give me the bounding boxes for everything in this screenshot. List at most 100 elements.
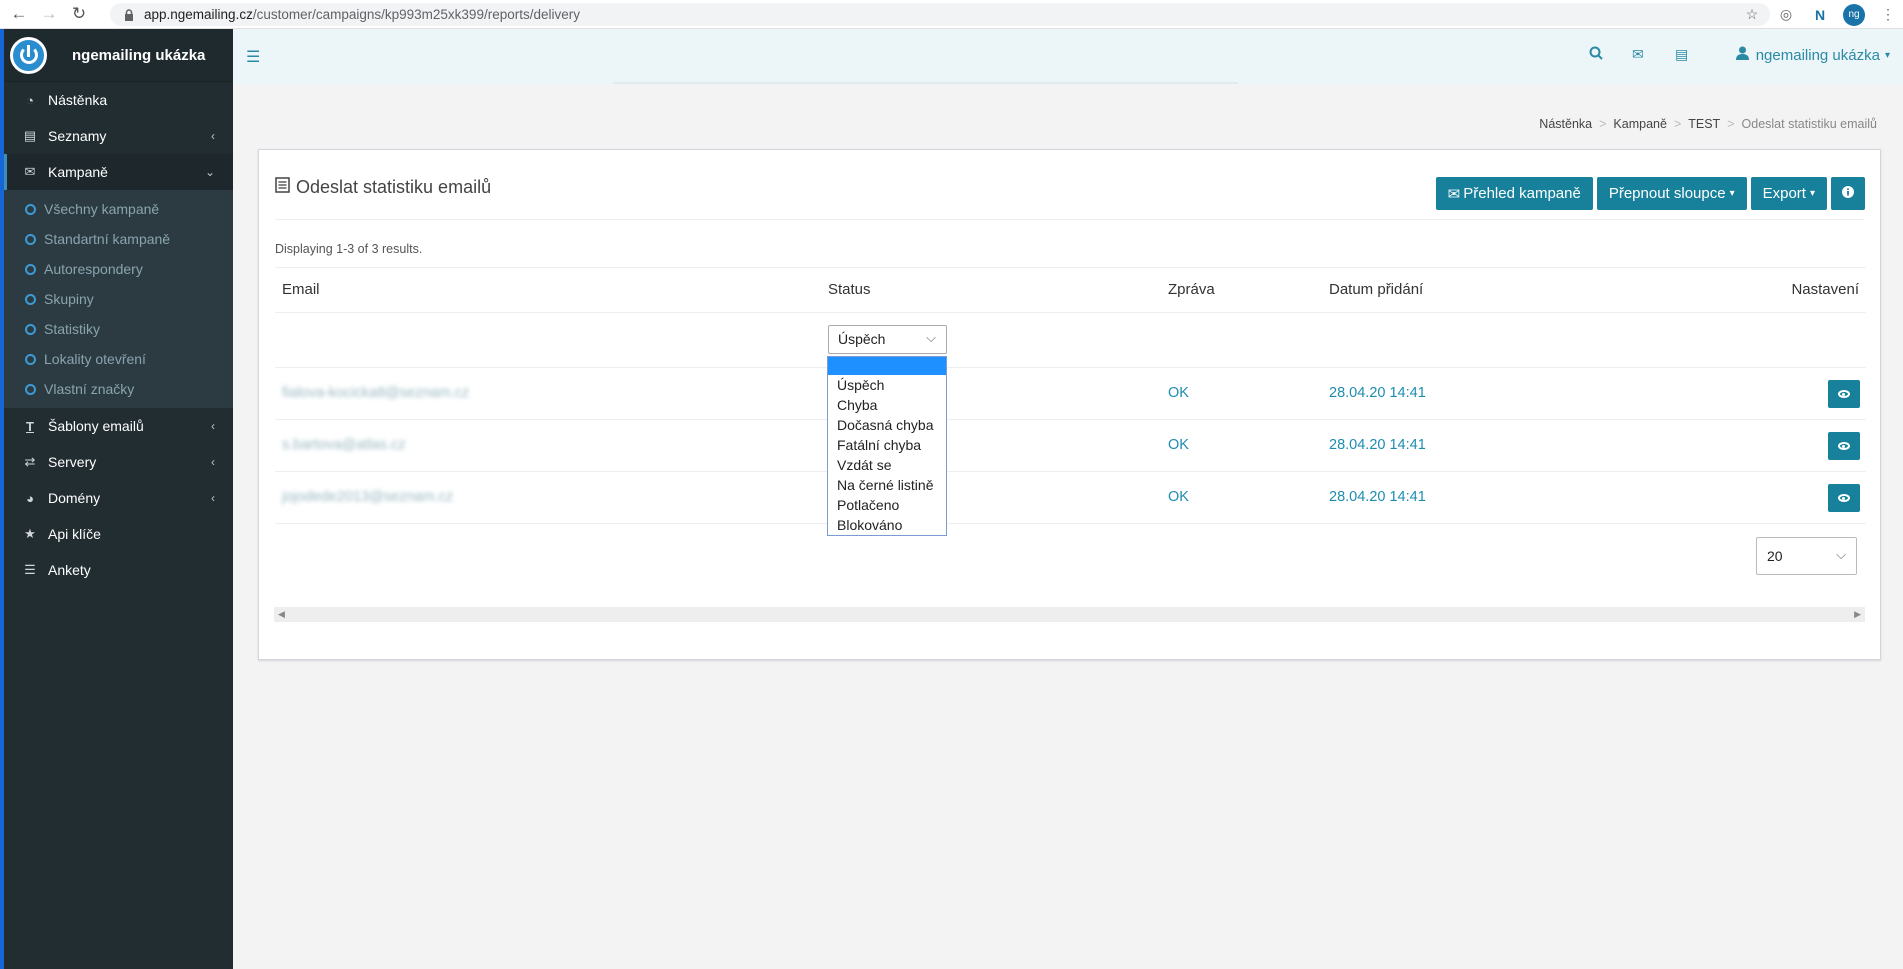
column-header-date[interactable]: Datum přidání	[1329, 281, 1423, 298]
user-menu[interactable]: ngemailing ukázka ▾	[1735, 46, 1890, 64]
sidebar-item-dashboard[interactable]: ◔ Nástěnka	[4, 82, 233, 118]
column-header-message[interactable]: Zpráva	[1168, 281, 1215, 298]
sidebar-item-lists[interactable]: ▤ Seznamy ‹	[4, 118, 233, 154]
brand[interactable]: ngemailing ukázka	[4, 29, 233, 82]
chevron-left-icon: ‹	[211, 419, 215, 433]
chevron-left-icon: ‹	[211, 455, 215, 469]
dropdown-option[interactable]: Chyba	[828, 395, 946, 415]
dropdown-option[interactable]: Vzdát se	[828, 455, 946, 475]
user-icon	[1735, 46, 1749, 64]
sidebar-item-email-templates[interactable]: T Šablony emailů ‹	[4, 408, 233, 444]
sidebar-item-label: Api klíče	[48, 526, 101, 542]
breadcrumb-current: Odeslat statistiku emailů	[1741, 117, 1877, 131]
server-stack-icon[interactable]: ▤	[1675, 46, 1688, 63]
status-filter-select[interactable]: Úspěch ⌵	[828, 325, 947, 354]
hamburger-menu-icon[interactable]: ☰	[246, 47, 260, 67]
envelope-icon[interactable]: ✉	[1632, 46, 1644, 63]
select-value: 20	[1767, 548, 1783, 564]
eye-icon	[1838, 494, 1850, 502]
page-size-select[interactable]: 20 ⌵	[1756, 537, 1857, 575]
dropdown-option[interactable]: Úspěch	[828, 375, 946, 395]
sidebar-item-domains[interactable]: ◕ Domény ‹	[4, 480, 233, 516]
list-icon: ▤	[23, 128, 37, 143]
message-cell: OK	[1168, 385, 1189, 401]
button-label: Přehled kampaně	[1463, 185, 1581, 202]
sidebar-item-surveys[interactable]: ☰ Ankety	[4, 552, 233, 588]
circle-icon	[25, 233, 36, 245]
info-button[interactable]	[1831, 177, 1865, 210]
sidebar-item-label: Ankety	[48, 562, 91, 578]
sidebar-item-label: Seznamy	[48, 128, 107, 144]
extension-icon[interactable]: ◎	[1775, 4, 1797, 26]
profile-avatar[interactable]: ng	[1843, 3, 1865, 26]
dropdown-option[interactable]: Na černé listině	[828, 475, 946, 495]
subitem-label: Vlastní značky	[44, 381, 135, 397]
campaign-overview-button[interactable]: ✉ Přehled kampaně	[1435, 177, 1593, 210]
view-button[interactable]	[1828, 484, 1860, 512]
sidebar-subitem-autoresponders[interactable]: Autorespondery	[4, 254, 233, 284]
header-divider	[613, 82, 1238, 84]
search-icon[interactable]	[1589, 46, 1603, 63]
sidebar-item-campaigns[interactable]: ✉ Kampaně ⌄	[4, 154, 233, 190]
view-button[interactable]	[1828, 380, 1860, 408]
dropdown-option[interactable]: Fatální chyba	[828, 435, 946, 455]
sidebar-item-label: Šablony emailů	[48, 418, 144, 434]
campaigns-submenu: Všechny kampaně Standartní kampaně Autor…	[4, 190, 233, 408]
breadcrumb-separator: >	[1599, 117, 1607, 131]
chevron-down-icon: ⌄	[204, 165, 215, 179]
scroll-right-icon[interactable]: ▶	[1854, 609, 1861, 620]
sidebar-subitem-all-campaigns[interactable]: Všechny kampaně	[4, 194, 233, 224]
user-name: ngemailing ukázka	[1755, 46, 1880, 64]
dropdown-option[interactable]: Potlačeno	[828, 495, 946, 515]
sidebar-item-label: Kampaně	[48, 164, 108, 180]
sidebar-item-api-keys[interactable]: ★ Api klíče	[4, 516, 233, 552]
scroll-left-icon[interactable]: ◀	[278, 609, 285, 620]
url-path: /customer/campaigns/kp993m25xk399/report…	[252, 7, 580, 22]
more-icon[interactable]: ⋮	[1877, 4, 1899, 26]
address-bar[interactable]: app.ngemailing.cz/customer/campaigns/kp9…	[110, 3, 1770, 26]
subitem-label: Skupiny	[44, 291, 94, 307]
forward-icon[interactable]: →	[38, 3, 60, 25]
sidebar-subitem-custom-tags[interactable]: Vlastní značky	[4, 374, 233, 404]
extension-n-icon[interactable]: N	[1809, 4, 1831, 26]
column-header-status[interactable]: Status	[828, 281, 871, 298]
breadcrumb-separator: >	[1727, 117, 1735, 131]
sidebar-subitem-statistics[interactable]: Statistiky	[4, 314, 233, 344]
dropdown-option-empty[interactable]	[828, 357, 946, 375]
view-button[interactable]	[1828, 432, 1860, 460]
card-divider	[275, 219, 1864, 220]
date-cell: 28.04.20 14:41	[1329, 385, 1426, 401]
export-button[interactable]: Export ▾	[1750, 177, 1827, 210]
sidebar-item-servers[interactable]: ⇄ Servery ‹	[4, 444, 233, 480]
list-icon: ☰	[24, 562, 36, 577]
breadcrumb: Nástěnka > Kampaně > TEST > Odeslat stat…	[1539, 117, 1877, 131]
caret-down-icon: ▾	[1884, 49, 1890, 61]
subitem-label: Statistiky	[44, 321, 101, 337]
dropdown-option[interactable]: Dočasná chyba	[828, 415, 946, 435]
email-cell: s.bartova@atlas.cz	[282, 437, 406, 453]
circle-icon	[25, 293, 36, 305]
reload-icon[interactable]: ↻	[68, 3, 90, 25]
dropdown-option[interactable]: Blokováno	[828, 515, 946, 535]
lock-icon	[124, 8, 134, 21]
breadcrumb-item-campaigns[interactable]: Kampaně	[1613, 117, 1667, 131]
table-row: jojodede2013@seznam.cz OK 28.04.20 14:41	[275, 472, 1866, 524]
column-header-email[interactable]: Email	[282, 281, 320, 298]
email-cell: fialova-kocicka8@seznam.cz	[282, 385, 470, 401]
chevron-down-icon: ⌵	[1836, 547, 1846, 562]
status-dropdown-list: Úspěch Chyba Dočasná chyba Fatální chyba…	[827, 356, 947, 536]
breadcrumb-item-dashboard[interactable]: Nástěnka	[1539, 117, 1592, 131]
sidebar-subitem-groups[interactable]: Skupiny	[4, 284, 233, 314]
sidebar-subitem-standard-campaigns[interactable]: Standartní kampaně	[4, 224, 233, 254]
chevron-down-icon: ⌵	[926, 330, 936, 345]
bookmark-star-icon[interactable]: ☆	[1741, 4, 1763, 26]
date-cell: 28.04.20 14:41	[1329, 437, 1426, 453]
date-cell: 28.04.20 14:41	[1329, 489, 1426, 505]
horizontal-scrollbar[interactable]: ◀ ▶	[274, 607, 1865, 622]
toggle-columns-button[interactable]: Přepnout sloupce ▾	[1596, 177, 1747, 210]
sidebar: ngemailing ukázka ◔ Nástěnka ▤ Seznamy ‹…	[4, 29, 233, 969]
sidebar-subitem-open-locations[interactable]: Lokality otevření	[4, 344, 233, 374]
breadcrumb-item-test[interactable]: TEST	[1688, 117, 1720, 131]
back-icon[interactable]: ←	[8, 3, 30, 25]
breadcrumb-separator: >	[1673, 117, 1682, 131]
